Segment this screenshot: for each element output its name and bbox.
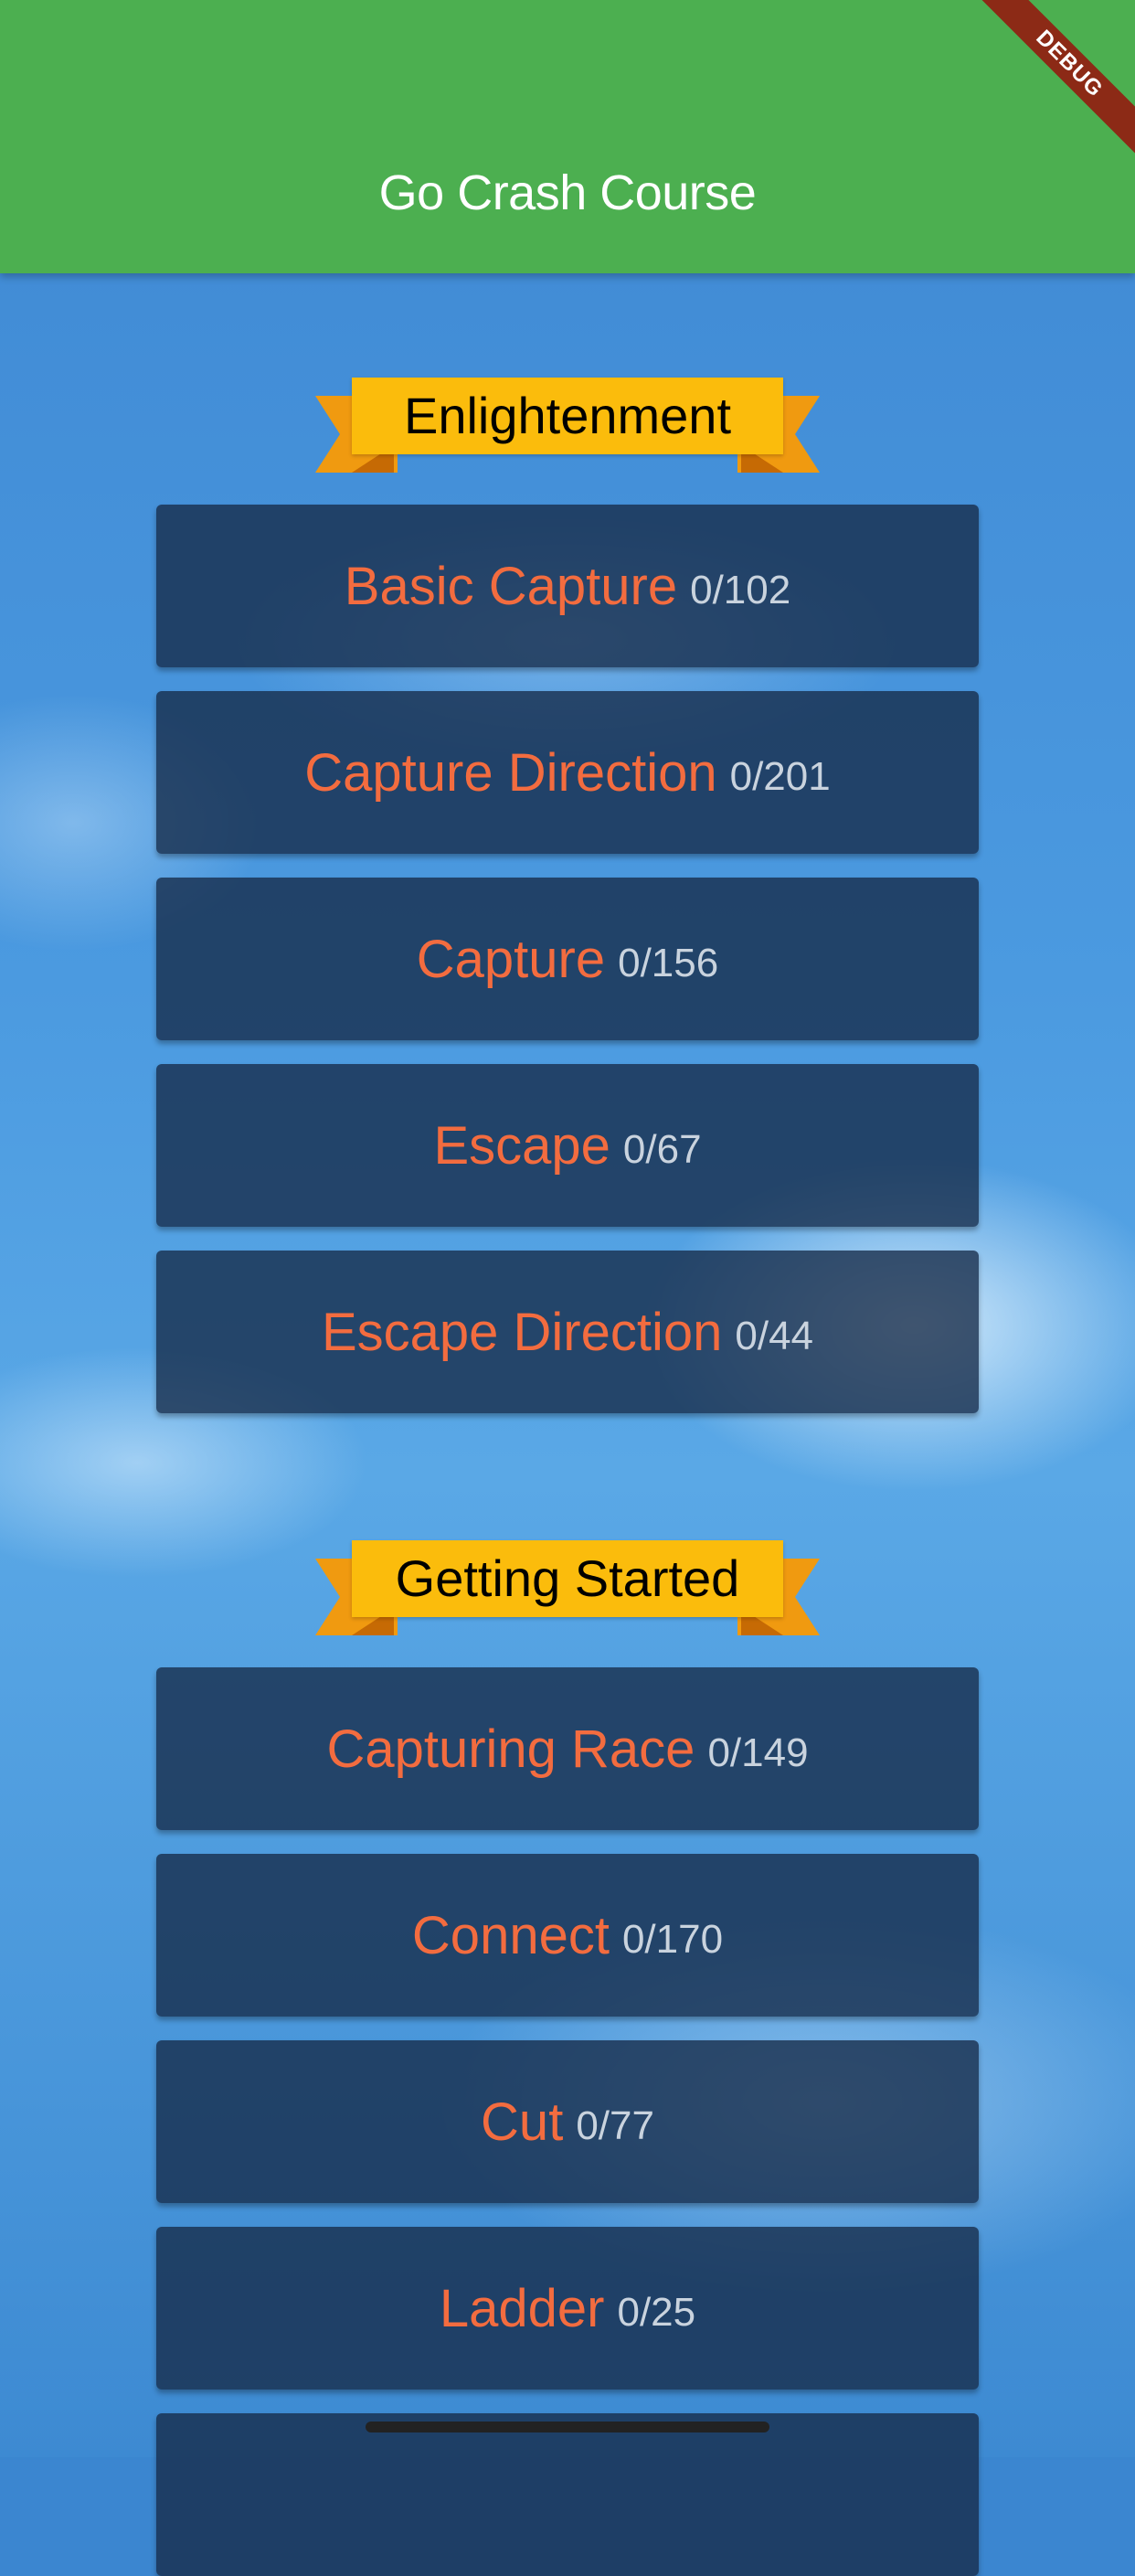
section-title: Enlightenment — [352, 378, 783, 454]
lesson-item-capturing-race[interactable]: Capturing Race 0/149 — [156, 1667, 979, 1830]
home-indicator[interactable] — [366, 2422, 769, 2432]
lesson-progress: 0/201 — [729, 754, 831, 799]
lesson-progress: 0/102 — [690, 568, 791, 612]
lesson-name: Basic Capture — [344, 556, 678, 616]
section-banner-enlightenment: Enlightenment — [315, 378, 820, 478]
debug-banner: DEBUG — [952, 0, 1135, 183]
lesson-item-connect[interactable]: Connect 0/170 — [156, 1854, 979, 2017]
lesson-progress: 0/67 — [622, 1127, 702, 1172]
lesson-name: Capture — [416, 929, 606, 989]
lesson-item-cut[interactable]: Cut 0/77 — [156, 2040, 979, 2203]
lesson-item-capture-direction[interactable]: Capture Direction 0/201 — [156, 691, 979, 854]
lesson-item-partial[interactable] — [156, 2413, 979, 2576]
lesson-name: Ladder — [439, 2278, 605, 2338]
section-banner-getting-started: Getting Started — [315, 1540, 820, 1641]
section-title: Getting Started — [352, 1540, 783, 1617]
lesson-progress: 0/44 — [735, 1314, 814, 1358]
lesson-item-basic-capture[interactable]: Basic Capture 0/102 — [156, 505, 979, 667]
lesson-name: Escape Direction — [321, 1302, 723, 1362]
lesson-progress: 0/77 — [576, 2103, 654, 2148]
lesson-item-capture[interactable]: Capture 0/156 — [156, 878, 979, 1040]
debug-label: DEBUG — [973, 0, 1135, 160]
lesson-progress: 0/25 — [617, 2290, 696, 2335]
lesson-item-ladder[interactable]: Ladder 0/25 — [156, 2227, 979, 2390]
lesson-name: Capture Direction — [304, 742, 717, 803]
lesson-item-escape[interactable]: Escape 0/67 — [156, 1064, 979, 1227]
lesson-progress: 0/149 — [707, 1730, 809, 1775]
lesson-progress: 0/170 — [621, 1917, 724, 1962]
lesson-progress: 0/156 — [618, 941, 719, 985]
lesson-name: Cut — [481, 2092, 564, 2152]
lesson-item-escape-direction[interactable]: Escape Direction 0/44 — [156, 1251, 979, 1413]
lesson-name: Capturing Race — [326, 1719, 695, 1779]
lesson-name: Connect — [411, 1905, 610, 1965]
lesson-name: Escape — [433, 1115, 610, 1176]
